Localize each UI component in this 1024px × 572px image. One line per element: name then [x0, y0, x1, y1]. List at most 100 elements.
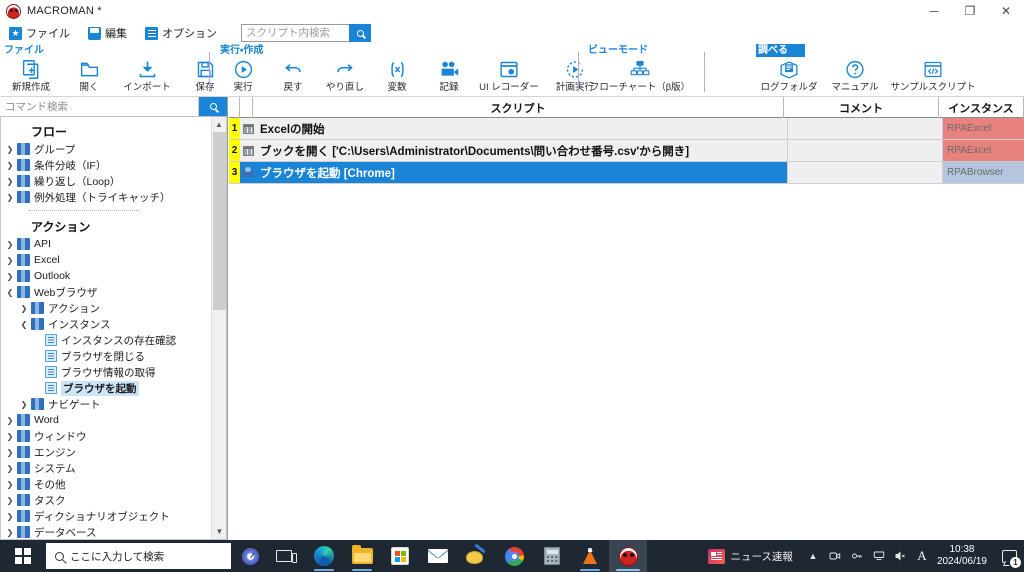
command-search-input[interactable]	[0, 97, 199, 116]
ime-indicator[interactable]: A	[912, 548, 932, 564]
script-search-input[interactable]	[241, 24, 349, 42]
sample-script-button[interactable]: サンプルスクリプト	[888, 57, 978, 93]
scrollbar-thumb[interactable]	[213, 132, 226, 310]
row-instance-cell[interactable]: RPAExcel	[942, 140, 1024, 161]
minimize-button[interactable]: ─	[916, 0, 952, 22]
tree-item-get-browser-info[interactable]: ブラウザ情報の取得	[1, 364, 213, 380]
tree-item-instance-exists[interactable]: インスタンスの存在確認	[1, 332, 213, 348]
tree-item-window[interactable]: ❯ ウィンドウ	[1, 428, 213, 444]
volume-muted-icon[interactable]	[890, 540, 912, 572]
command-search-button[interactable]	[199, 97, 227, 116]
menu-item-edit[interactable]: 編集	[86, 24, 129, 42]
chevron-right-icon[interactable]: ❯	[3, 193, 17, 202]
scroll-up-arrow-icon[interactable]: ▲	[212, 117, 226, 132]
table-row[interactable]: 1 Excelの開始 RPAExcel	[229, 118, 1024, 140]
close-button[interactable]: ✕	[988, 0, 1024, 22]
chevron-down-icon[interactable]: ❮	[3, 288, 17, 297]
menu-item-file[interactable]: ファイル	[7, 24, 72, 42]
undo-button[interactable]: 戻す	[268, 57, 318, 93]
tree-item-loop[interactable]: ❯ 繰り返し（Loop）	[1, 173, 213, 189]
scroll-down-arrow-icon[interactable]: ▼	[212, 524, 226, 539]
tree-item-close-browser[interactable]: ブラウザを閉じる	[1, 348, 213, 364]
import-button[interactable]: インポート	[118, 57, 176, 93]
tree-item-instance[interactable]: ❮ インスタンス	[1, 316, 213, 332]
tree-item-dictionary-object[interactable]: ❯ ディクショナリオブジェクト	[1, 508, 213, 524]
chevron-right-icon[interactable]: ❯	[3, 240, 17, 249]
network-icon[interactable]	[868, 540, 890, 572]
redo-button[interactable]: やり直し	[318, 57, 372, 93]
network-key-icon[interactable]	[846, 540, 868, 572]
taskbar-app-macroman[interactable]	[609, 540, 647, 572]
row-instance-cell[interactable]: RPAExcel	[942, 118, 1024, 139]
chevron-right-icon[interactable]: ❯	[3, 256, 17, 265]
taskbar-app-paint[interactable]	[457, 540, 495, 572]
table-row[interactable]: 2 ブックを開く ['C:\Users\Administrator\Docume…	[229, 140, 1024, 162]
variables-button[interactable]: 変数	[372, 57, 422, 93]
tree-item-if[interactable]: ❯ 条件分岐（IF）	[1, 157, 213, 173]
chevron-right-icon[interactable]: ❯	[3, 528, 17, 537]
menu-item-options[interactable]: オプション	[143, 24, 219, 42]
tree-item-other[interactable]: ❯ その他	[1, 476, 213, 492]
taskbar-search-box[interactable]: ここに入力して検索	[46, 543, 231, 569]
taskbar-app-store[interactable]	[381, 540, 419, 572]
chevron-right-icon[interactable]: ❯	[3, 480, 17, 489]
news-and-interests[interactable]: ニュース速報	[704, 540, 801, 572]
flowchart-button[interactable]: フローチャート（β版）	[586, 57, 694, 93]
log-folder-button[interactable]: ログフォルダ	[756, 57, 822, 93]
chevron-down-icon[interactable]: ❮	[17, 320, 31, 329]
task-view-button[interactable]	[267, 540, 301, 572]
tree-item-excel[interactable]: ❯ Excel	[1, 252, 213, 268]
ui-recorder-button[interactable]: UI レコーダー	[476, 57, 542, 93]
command-tree[interactable]: フロー ❯ グループ ❯ 条件分岐（IF） ❯ 繰り返し（Loop） ❯ 例外処…	[0, 117, 227, 540]
tree-item-outlook[interactable]: ❯ Outlook	[1, 268, 213, 284]
chevron-right-icon[interactable]: ❯	[3, 432, 17, 441]
chevron-right-icon[interactable]: ❯	[3, 416, 17, 425]
table-row[interactable]: 3 ブラウザを起動 [Chrome] RPABrowser	[229, 162, 1024, 184]
record-button[interactable]: 記録	[422, 57, 476, 93]
maximize-button[interactable]: ❐	[952, 0, 988, 22]
taskbar-app-calculator[interactable]	[533, 540, 571, 572]
chevron-right-icon[interactable]: ❯	[3, 496, 17, 505]
chevron-right-icon[interactable]: ❯	[3, 464, 17, 473]
row-comment-cell[interactable]	[787, 118, 942, 139]
new-file-button[interactable]: 新規作成	[2, 57, 60, 93]
command-tree-scrollbar[interactable]: ▲ ▼	[211, 117, 226, 539]
chevron-right-icon[interactable]: ❯	[3, 145, 17, 154]
script-search-button[interactable]	[349, 24, 371, 42]
tree-item-webbrowser[interactable]: ❮ Webブラウザ	[1, 284, 213, 300]
tree-item-group[interactable]: ❯ グループ	[1, 141, 213, 157]
chevron-up-icon[interactable]: ▲	[802, 551, 824, 561]
column-header-instance[interactable]: インスタンス	[939, 97, 1024, 118]
open-file-button[interactable]: 開く	[60, 57, 118, 93]
chevron-right-icon[interactable]: ❯	[3, 512, 17, 521]
chevron-right-icon[interactable]: ❯	[17, 400, 31, 409]
chevron-right-icon[interactable]: ❯	[3, 161, 17, 170]
run-button[interactable]: 実行	[218, 57, 268, 93]
clock[interactable]: 10:38 2024/06/19	[932, 540, 994, 572]
cortana-button[interactable]	[233, 540, 267, 572]
tree-item-api[interactable]: ❯ API	[1, 236, 213, 252]
start-button[interactable]	[0, 540, 46, 572]
column-header-comment[interactable]: コメント	[784, 97, 939, 118]
chevron-right-icon[interactable]: ❯	[17, 304, 31, 313]
notification-center-button[interactable]: 1	[994, 540, 1024, 572]
tree-item-launch-browser[interactable]: ブラウザを起動	[1, 380, 213, 396]
meet-now-icon[interactable]	[824, 540, 846, 572]
taskbar-app-vlc[interactable]	[571, 540, 609, 572]
tree-item-navigate[interactable]: ❯ ナビゲート	[1, 396, 213, 412]
chevron-right-icon[interactable]: ❯	[3, 272, 17, 281]
chevron-right-icon[interactable]: ❯	[3, 177, 17, 186]
taskbar-app-chrome[interactable]	[495, 540, 533, 572]
taskbar-app-mail[interactable]	[419, 540, 457, 572]
tree-item-word[interactable]: ❯ Word	[1, 412, 213, 428]
row-comment-cell[interactable]	[787, 162, 942, 183]
taskbar-app-edge[interactable]	[305, 540, 343, 572]
row-comment-cell[interactable]	[787, 140, 942, 161]
chevron-right-icon[interactable]: ❯	[3, 448, 17, 457]
tree-item-system[interactable]: ❯ システム	[1, 460, 213, 476]
tree-item-engine[interactable]: ❯ エンジン	[1, 444, 213, 460]
tree-item-database[interactable]: ❯ データベース	[1, 524, 213, 539]
row-instance-cell[interactable]: RPABrowser	[942, 162, 1024, 183]
manual-button[interactable]: マニュアル	[822, 57, 888, 93]
taskbar-app-explorer[interactable]	[343, 540, 381, 572]
